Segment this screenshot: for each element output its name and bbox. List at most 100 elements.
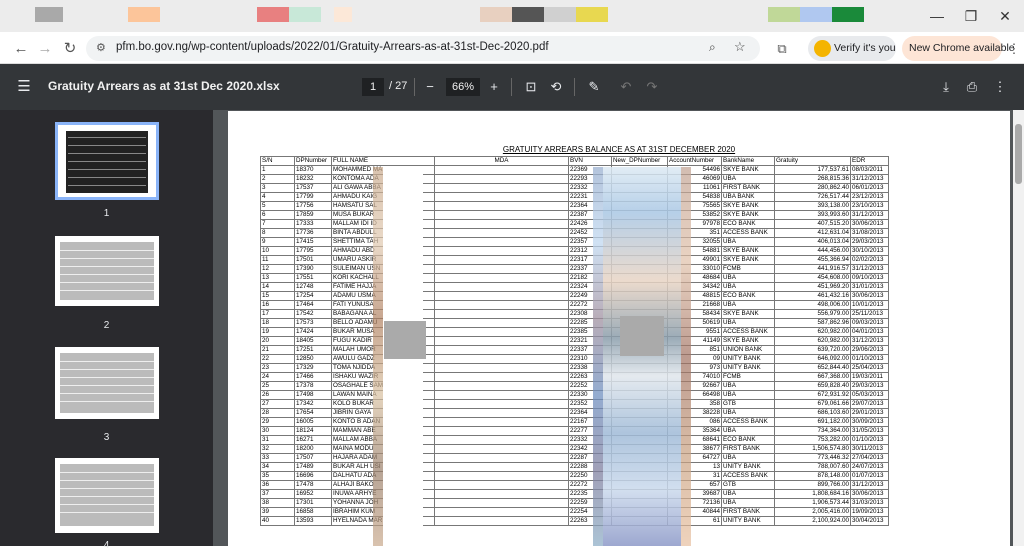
cell-mda: [434, 345, 569, 355]
cell-sn: 25: [260, 381, 295, 391]
cell-dpnumber: 17333: [294, 219, 332, 229]
zoom-level-input[interactable]: 66%: [446, 78, 480, 96]
table-row: 9 17415 SHETTIMA TAH 22357 32055 UBA 406,013.0…: [260, 237, 889, 247]
cell-sn: 13: [260, 273, 295, 283]
close-window-button[interactable]: ✕: [990, 6, 1020, 26]
verify-it-is-you-button[interactable]: Verify it's you: [808, 36, 896, 61]
tab-blurred-1[interactable]: [35, 7, 63, 22]
cell-edr: 29/07/2013: [850, 399, 889, 409]
cell-mda: [434, 408, 569, 418]
page-number-input[interactable]: 1: [362, 78, 384, 96]
cell-sn: 33: [260, 453, 295, 463]
zoom-icon[interactable]: ⌕: [709, 40, 716, 55]
tab-blurred-6[interactable]: [480, 7, 512, 22]
cell-gratuity: 454,608.00: [774, 273, 851, 283]
cell-gratuity: 691,182.00: [774, 417, 851, 427]
cell-dpnumber: 17542: [294, 309, 332, 319]
thumbnail-label: 1: [103, 208, 110, 219]
cell-bank-name: UBA: [721, 498, 775, 508]
thumbnail-label: 3: [103, 432, 110, 443]
tab-blurred-7[interactable]: [512, 7, 544, 22]
cell-edr: 30/04/2013: [850, 516, 889, 526]
tab-blurred-4[interactable]: [289, 7, 321, 22]
thumbnail-page-3[interactable]: [55, 347, 159, 419]
cell-mda: [434, 507, 569, 517]
table-row: 22 12850 AWULU GADZ 22310 09 UNITY BANK 646,09…: [260, 354, 889, 364]
cell-edr: 01/10/2013: [850, 435, 889, 445]
back-arrow-icon[interactable]: ←: [10, 38, 32, 60]
cell-edr: 31/12/2013: [850, 264, 889, 274]
tab-blurred-11[interactable]: [800, 7, 832, 22]
tab-blurred-9[interactable]: [576, 7, 608, 22]
cell-sn: 32: [260, 444, 295, 454]
cell-sn: 23: [260, 363, 295, 373]
cell-mda: [434, 480, 569, 490]
scrollbar-thumb[interactable]: [1015, 124, 1022, 184]
download-icon[interactable]: ⤓: [936, 77, 956, 97]
table-row: 35 16696 DALHATU ADA 22250 31 ACCESS BANK 878,…: [260, 471, 889, 481]
tab-blurred-2[interactable]: [128, 7, 160, 22]
cell-dpnumber: 17736: [294, 228, 332, 238]
tab-blurred-12[interactable]: [832, 7, 864, 22]
undo-icon[interactable]: ↶: [616, 77, 636, 97]
tab-blurred-8[interactable]: [544, 7, 576, 22]
cell-gratuity: 441,916.57: [774, 264, 851, 274]
table-row: 8 17736 BINTA ABDULL 22452 351 ACCESS BANK 412…: [260, 228, 889, 238]
page-scrollbar[interactable]: [1013, 110, 1024, 546]
thumbnail-page-1[interactable]: [55, 122, 159, 200]
cell-mda: [434, 192, 569, 202]
cell-mda: [434, 237, 569, 247]
site-info-icon[interactable]: ⚙: [96, 41, 106, 54]
tab-blurred-3[interactable]: [257, 7, 289, 22]
cell-mda: [434, 318, 569, 328]
zoom-in-icon[interactable]: +: [484, 77, 504, 97]
sidebar-menu-icon[interactable]: ☰: [14, 77, 34, 97]
cell-dpnumber: 17251: [294, 345, 332, 355]
tab-blurred-5[interactable]: [334, 7, 352, 22]
tab-blurred-10[interactable]: [768, 7, 800, 22]
fit-page-icon[interactable]: ⊡: [521, 77, 541, 97]
more-menu-icon[interactable]: ⋮: [1003, 38, 1024, 60]
cell-dpnumber: 17795: [294, 246, 332, 256]
annotate-icon[interactable]: ✎: [584, 77, 604, 97]
header-new-dpnumber: New_DPNumber: [611, 156, 668, 166]
cell-mda: [434, 462, 569, 472]
rotate-icon[interactable]: ⟲: [546, 77, 566, 97]
cell-sn: 11: [260, 255, 295, 265]
verify-label: Verify it's you: [834, 42, 896, 54]
table-row: 33 17507 HAJARA ADAM 22287 64727 UBA 773,446.3…: [260, 453, 889, 463]
cell-dpnumber: 17498: [294, 390, 332, 400]
reload-icon[interactable]: ↻: [59, 38, 81, 60]
cell-edr: 31/08/2013: [850, 228, 889, 238]
cell-bank-name: UBA: [721, 426, 775, 436]
cell-bank-name: UNITY BANK: [721, 462, 775, 472]
address-bar-row: ← → ↻ ⚙ pfm.bo.gov.ng/wp-content/uploads…: [0, 32, 1024, 64]
more-options-icon[interactable]: ⋮: [990, 77, 1010, 97]
zoom-out-icon[interactable]: −: [420, 77, 440, 97]
bookmark-star-icon[interactable]: ☆: [734, 39, 746, 55]
cell-mda: [434, 363, 569, 373]
cell-edr: 30/06/2013: [850, 219, 889, 229]
forward-arrow-icon[interactable]: →: [34, 38, 56, 60]
thumbnail-page-2[interactable]: [55, 236, 159, 306]
cell-sn: 17: [260, 309, 295, 319]
new-chrome-available-button[interactable]: New Chrome available: [902, 36, 1015, 61]
minimize-button[interactable]: —: [922, 6, 952, 26]
table-row: 1 18370 MOHAMMED MA 22369 54496 SKYE BANK 177,…: [260, 165, 889, 175]
cell-dpnumber: 17329: [294, 363, 332, 373]
cell-sn: 40: [260, 516, 295, 526]
redo-icon[interactable]: ↷: [642, 77, 662, 97]
url-field[interactable]: ⚙ pfm.bo.gov.ng/wp-content/uploads/2022/…: [86, 36, 760, 61]
cell-sn: 12: [260, 264, 295, 274]
extensions-icon[interactable]: ⧉: [771, 38, 793, 60]
cell-bank-name: UBA: [721, 237, 775, 247]
cell-mda: [434, 444, 569, 454]
cell-dpnumber: 16005: [294, 417, 332, 427]
cell-gratuity: 679,061.66: [774, 399, 851, 409]
thumbnail-page-4[interactable]: [55, 458, 159, 533]
maximize-button[interactable]: ❐: [956, 6, 986, 26]
cell-bank-name: FCMB: [721, 372, 775, 382]
cell-edr: 31/03/2013: [850, 498, 889, 508]
print-icon[interactable]: ⎙: [962, 77, 982, 97]
cell-dpnumber: 18124: [294, 426, 332, 436]
